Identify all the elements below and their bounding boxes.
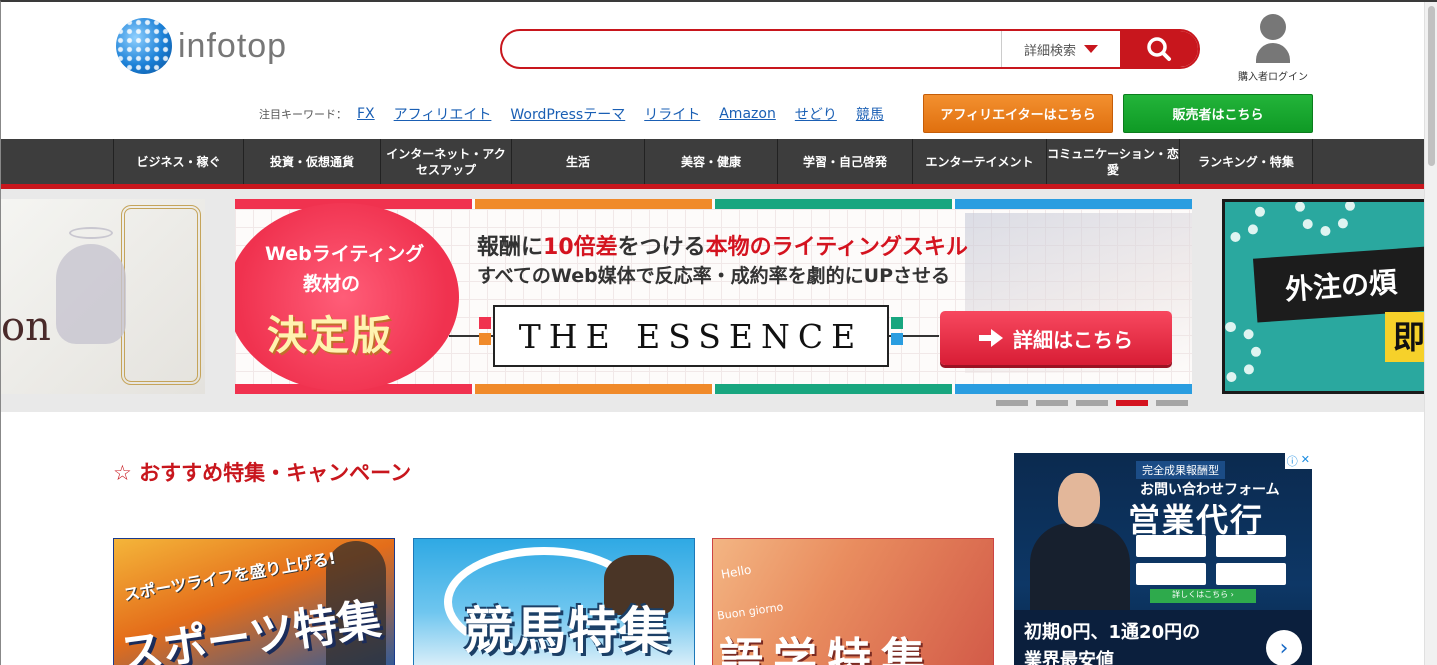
- nav-item-internet[interactable]: インターネット・アクセスアップ: [381, 139, 512, 184]
- nav-item-entertainment[interactable]: エンターテイメント: [913, 139, 1047, 184]
- search-button[interactable]: [1120, 31, 1198, 67]
- affiliate-button[interactable]: アフィリエイターはこちら: [923, 94, 1113, 133]
- product-title: THE ESSENCE: [493, 305, 889, 367]
- slide-previous-text: on: [1, 304, 51, 350]
- nav-item-business[interactable]: ビジネス・稼ぐ: [114, 139, 244, 184]
- nav-item-communication[interactable]: コミュニケーション・恋愛: [1047, 139, 1180, 184]
- ad-choices[interactable]: ⓘ ✕: [1284, 453, 1312, 469]
- ad-cta: 詳しくはこちら ›: [1150, 589, 1256, 603]
- keyword-bar: 注目キーワード： FX アフィリエイト WordPressテーマ リライト Am…: [259, 104, 903, 124]
- search-input[interactable]: [502, 31, 1001, 67]
- slider-dot[interactable]: [996, 400, 1028, 406]
- ad-price-boxes: [1136, 535, 1286, 557]
- businessman-photo: [1026, 473, 1131, 633]
- card-greeting: Buon giorno: [716, 600, 785, 623]
- deco-square: [479, 317, 491, 329]
- site-logo[interactable]: infotop: [116, 18, 287, 74]
- sidebar-advertisement[interactable]: ⓘ ✕ 完全成果報酬型 お問い合わせフォーム 営業代行 詳しくはこちら › 初期…: [1014, 453, 1312, 665]
- keyword-link[interactable]: 競馬: [856, 104, 884, 124]
- ad-line-1: 初期0円、1通20円の: [1024, 622, 1201, 643]
- nav-item-learning[interactable]: 学習・自己啓発: [778, 139, 913, 184]
- caret-down-icon: [1084, 45, 1098, 53]
- ad-tag: 完全成果報酬型: [1136, 461, 1225, 479]
- slide-next-yellow: 即: [1385, 312, 1425, 362]
- search-icon: [1147, 37, 1171, 61]
- keyword-label: 注目キーワード：: [259, 108, 347, 121]
- keyword-link[interactable]: せどり: [795, 104, 837, 124]
- deco-square: [479, 333, 491, 345]
- keyword-link[interactable]: Amazon: [719, 106, 776, 122]
- user-icon: [1255, 14, 1291, 64]
- info-icon: ⓘ: [1286, 455, 1298, 468]
- advanced-search-dropdown[interactable]: 詳細検索: [1001, 31, 1120, 67]
- slide-detail-button[interactable]: 詳細はこちら: [940, 311, 1172, 365]
- slide-next[interactable]: 外注の煩 即: [1222, 199, 1425, 394]
- slide-subline: すべてのWeb媒体で反応率・成約率を劇的にUPさせる: [477, 265, 951, 287]
- buyer-login-label: 購入者ログイン: [1238, 72, 1308, 83]
- ad-price-boxes: [1136, 563, 1286, 585]
- slide-next-band: 外注の煩: [1252, 245, 1425, 323]
- nav-item-ranking[interactable]: ランキング・特集: [1180, 139, 1313, 184]
- search-bar: 詳細検索: [500, 29, 1200, 69]
- feature-card-horse-racing[interactable]: 競馬特集: [413, 538, 695, 665]
- arrow-right-icon: [979, 329, 1003, 347]
- nav-item-life[interactable]: 生活: [512, 139, 645, 184]
- browser-viewport: infotop 詳細検索 購入者ログイン 注目キーワード： FX アフィリエイト…: [0, 0, 1437, 665]
- card-greeting: Hello: [720, 562, 753, 582]
- circle-line-3: 決定版: [267, 313, 393, 359]
- nav-item-investment[interactable]: 投資・仮想通貨: [244, 139, 381, 184]
- chevron-right-icon[interactable]: ›: [1266, 630, 1302, 665]
- feature-card-sports[interactable]: スポーツライフを盛り上げる! スポーツ特集: [113, 538, 395, 665]
- slider-dot-active[interactable]: [1116, 400, 1148, 406]
- slide-previous[interactable]: on: [1, 199, 205, 394]
- category-nav: ビジネス・稼ぐ 投資・仮想通貨 インターネット・アクセスアップ 生活 美容・健康…: [1, 139, 1425, 189]
- slider-pagination: [996, 400, 1188, 406]
- slide-current[interactable]: Webライティング 教材の 決定版 報酬に10倍差をつける本物のライティングスキ…: [235, 199, 1192, 394]
- scrollbar-thumb[interactable]: [1428, 6, 1435, 166]
- logo-globe-icon: [116, 18, 172, 74]
- slider-dot[interactable]: [1036, 400, 1068, 406]
- gear-icon: [1225, 322, 1261, 382]
- hero-slider: on Webライティング 教材の 決定版 報酬に10倍差をつける本物のライティン…: [1, 189, 1425, 412]
- slide-detail-label: 詳細はこちら: [1013, 327, 1133, 352]
- nav-item-beauty[interactable]: 美容・健康: [645, 139, 778, 184]
- angel-illustration: [56, 244, 126, 344]
- circle-line-1: Webライティング: [265, 243, 425, 265]
- buyer-login[interactable]: 購入者ログイン: [1233, 14, 1313, 83]
- deco-square: [891, 317, 903, 329]
- logo-text: infotop: [178, 26, 288, 65]
- slider-dot[interactable]: [1156, 400, 1188, 406]
- slider-dot[interactable]: [1076, 400, 1108, 406]
- gear-icon: [1225, 202, 1265, 242]
- ad-footer: 初期0円、1通20円の 業界最安値 ›: [1014, 610, 1312, 665]
- ad-line-2: 業界最安値: [1024, 650, 1114, 665]
- seller-button[interactable]: 販売者はこちら: [1123, 94, 1313, 133]
- featured-section-title: ☆ おすすめ特集・キャンペーン: [113, 461, 412, 485]
- promo-circle: Webライティング 教材の 決定版: [235, 203, 459, 391]
- halo-icon: [69, 227, 113, 239]
- keyword-link[interactable]: WordPressテーマ: [510, 104, 625, 124]
- page-scrollbar[interactable]: [1424, 2, 1437, 665]
- ornament-frame: [121, 205, 201, 385]
- advanced-search-label: 詳細検索: [1023, 43, 1076, 59]
- slide-headline: 報酬に10倍差をつける本物のライティングスキル: [477, 235, 968, 260]
- circle-line-2: 教材の: [303, 273, 361, 295]
- star-icon: ☆: [113, 461, 132, 485]
- keyword-link[interactable]: リライト: [644, 104, 700, 124]
- gear-icon: [1295, 202, 1355, 236]
- deco-square: [891, 333, 903, 345]
- feature-card-language[interactable]: Hello Buon giorno 語学特集: [712, 538, 994, 665]
- close-icon[interactable]: ✕: [1301, 453, 1310, 469]
- keyword-link[interactable]: FX: [357, 106, 375, 122]
- card-title: 語学特集: [719, 634, 935, 665]
- keyword-link[interactable]: アフィリエイト: [394, 104, 492, 124]
- card-title: 競馬特集: [464, 602, 672, 660]
